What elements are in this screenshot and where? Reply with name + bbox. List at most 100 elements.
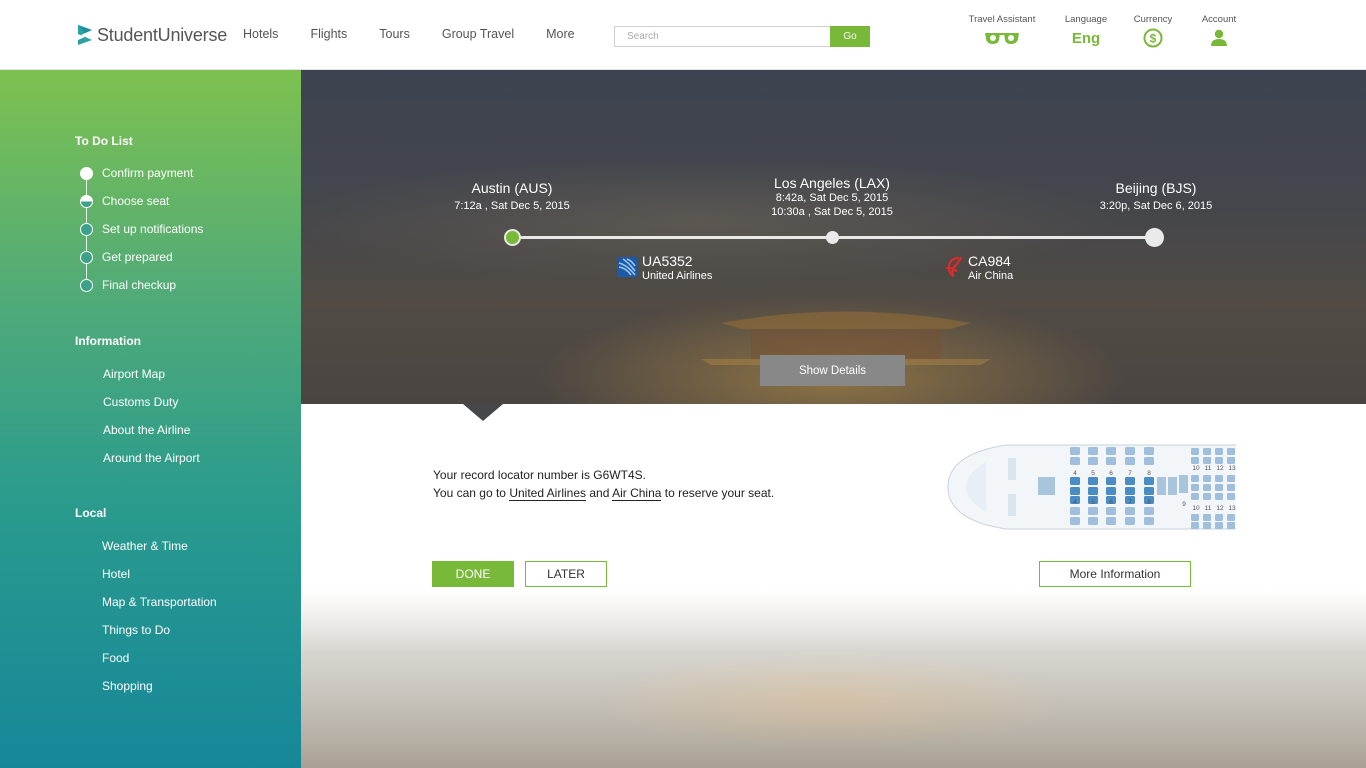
seat[interactable]	[1227, 514, 1235, 521]
seat[interactable]	[1070, 477, 1080, 485]
todo-item-final-checkup[interactable]: Final checkup	[80, 278, 176, 292]
todo-label: Final checkup	[102, 278, 177, 292]
air-china-link[interactable]: Air China	[612, 486, 662, 501]
search-go-button[interactable]: Go	[830, 26, 870, 47]
seat[interactable]	[1070, 457, 1080, 465]
united-airlines-link[interactable]: United Airlines	[509, 486, 587, 501]
seat[interactable]	[1125, 457, 1135, 465]
flight-ca984[interactable]: CA984 Air China	[944, 253, 1013, 283]
seat[interactable]	[1088, 507, 1098, 515]
todo-item-set-up-notifications[interactable]: Set up notifications	[80, 222, 203, 236]
nav-flights[interactable]: Flights	[310, 27, 347, 41]
nav-group-travel[interactable]: Group Travel	[442, 27, 514, 41]
seat[interactable]	[1088, 487, 1098, 495]
seat[interactable]	[1191, 493, 1199, 500]
seat[interactable]	[1203, 448, 1211, 455]
seat[interactable]	[1203, 522, 1211, 529]
seat[interactable]	[1106, 507, 1116, 515]
seat[interactable]	[1106, 517, 1116, 525]
seat[interactable]	[1088, 517, 1098, 525]
currency-selector[interactable]: Currency $	[1130, 14, 1176, 48]
more-information-button[interactable]: More Information	[1039, 561, 1191, 587]
seat[interactable]	[1203, 475, 1211, 482]
seat[interactable]	[1125, 507, 1135, 515]
logo[interactable]: StudentUniverse	[75, 22, 227, 48]
sidebar-link-food[interactable]: Food	[102, 651, 129, 665]
seat[interactable]	[1227, 493, 1235, 500]
seat[interactable]	[1125, 487, 1135, 495]
origin-stop-marker[interactable]	[504, 229, 521, 246]
seat[interactable]	[1203, 493, 1211, 500]
seat[interactable]	[1215, 484, 1223, 491]
seat[interactable]	[1215, 493, 1223, 500]
sidebar-link-about-airline[interactable]: About the Airline	[103, 423, 190, 437]
nav-tours[interactable]: Tours	[379, 27, 410, 41]
sidebar-link-airport-map[interactable]: Airport Map	[103, 367, 165, 381]
layover-stop-marker[interactable]	[826, 231, 839, 244]
seat[interactable]	[1215, 514, 1223, 521]
todo-item-choose-seat[interactable]: Choose seat	[80, 194, 169, 208]
seat-map[interactable]: 4 5 6 7 8 4 5 6 7 8 10 11 12 13 9 10 11 …	[946, 444, 1236, 530]
seat[interactable]	[1144, 507, 1154, 515]
seat[interactable]	[1191, 457, 1199, 464]
user-icon	[1211, 29, 1227, 46]
sidebar-link-hotel[interactable]: Hotel	[102, 567, 130, 581]
travel-assistant[interactable]: Travel Assistant	[963, 14, 1041, 48]
sidebar-link-around-airport[interactable]: Around the Airport	[103, 451, 200, 465]
nav-more[interactable]: More	[546, 27, 574, 41]
seat[interactable]	[1227, 457, 1235, 464]
seat[interactable]	[1125, 477, 1135, 485]
seat[interactable]	[1070, 517, 1080, 525]
seat[interactable]	[1088, 477, 1098, 485]
flight-ua5352[interactable]: UA5352 United Airlines	[617, 253, 712, 283]
done-button[interactable]: DONE	[432, 561, 514, 587]
seat[interactable]	[1106, 447, 1116, 455]
seat[interactable]	[1203, 457, 1211, 464]
seat[interactable]	[1227, 522, 1235, 529]
seat[interactable]	[1070, 487, 1080, 495]
seat[interactable]	[1215, 448, 1223, 455]
show-details-button[interactable]: Show Details	[760, 355, 905, 386]
seat[interactable]	[1088, 447, 1098, 455]
seat[interactable]	[1191, 475, 1199, 482]
seat[interactable]	[1106, 487, 1116, 495]
seat[interactable]	[1191, 514, 1199, 521]
seat[interactable]	[1070, 507, 1080, 515]
seat[interactable]	[1144, 517, 1154, 525]
sidebar-link-shopping[interactable]: Shopping	[102, 679, 153, 693]
seat[interactable]	[1215, 457, 1223, 464]
sidebar-link-weather-time[interactable]: Weather & Time	[102, 539, 188, 553]
seat[interactable]	[1144, 457, 1154, 465]
account-menu[interactable]: Account	[1198, 14, 1240, 48]
sidebar-link-map-transportation[interactable]: Map & Transportation	[102, 595, 217, 609]
seat[interactable]	[1088, 457, 1098, 465]
sidebar-link-customs-duty[interactable]: Customs Duty	[103, 395, 178, 409]
seat[interactable]	[1227, 475, 1235, 482]
seat[interactable]	[1070, 447, 1080, 455]
seat[interactable]	[1227, 484, 1235, 491]
seat[interactable]	[1215, 475, 1223, 482]
todo-item-get-prepared[interactable]: Get prepared	[80, 250, 173, 264]
seat[interactable]	[1144, 447, 1154, 455]
seat[interactable]	[1106, 457, 1116, 465]
seat[interactable]	[1144, 487, 1154, 495]
seat[interactable]	[1125, 517, 1135, 525]
seat[interactable]	[1191, 522, 1199, 529]
destination-city: Beijing (BJS)	[1115, 180, 1197, 196]
seat[interactable]	[1106, 477, 1116, 485]
seat[interactable]	[1203, 484, 1211, 491]
seat[interactable]	[1203, 514, 1211, 521]
seat[interactable]	[1215, 522, 1223, 529]
seat[interactable]	[1191, 448, 1199, 455]
later-button[interactable]: LATER	[525, 561, 607, 587]
seat[interactable]	[1144, 477, 1154, 485]
destination-stop-marker[interactable]	[1145, 228, 1164, 247]
seat[interactable]	[1191, 484, 1199, 491]
todo-item-confirm-payment[interactable]: Confirm payment	[80, 166, 193, 180]
search-input[interactable]	[614, 26, 830, 47]
nav-hotels[interactable]: Hotels	[243, 27, 278, 41]
sidebar-link-things-to-do[interactable]: Things to Do	[102, 623, 170, 637]
language-selector[interactable]: Language Eng	[1061, 14, 1111, 48]
seat[interactable]	[1227, 448, 1235, 455]
seat[interactable]	[1125, 447, 1135, 455]
